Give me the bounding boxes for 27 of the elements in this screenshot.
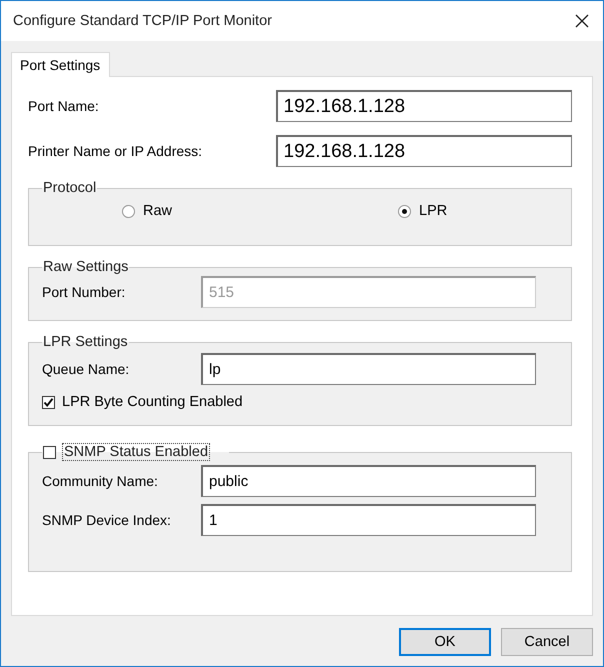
field-label: Queue Name: <box>42 361 130 377</box>
radio-button[interactable] <box>398 204 412 218</box>
checkbox[interactable] <box>42 396 55 408</box>
checkbox[interactable] <box>43 446 56 458</box>
checkbox-label[interactable]: SNMP Status Enabled <box>63 444 210 460</box>
input-field[interactable]: lp <box>201 353 536 385</box>
group-title: Protocol <box>42 180 98 196</box>
radio-label[interactable]: Raw <box>143 203 172 219</box>
group-title: LPR Settings <box>42 334 129 350</box>
input-field[interactable]: 192.168.1.128 <box>276 90 572 122</box>
window-title: Configure Standard TCP/IP Port Monitor <box>13 13 272 29</box>
close-icon[interactable] <box>575 14 589 28</box>
field-label: Printer Name or IP Address: <box>28 143 204 159</box>
radio-label[interactable]: LPR <box>419 203 448 219</box>
input-field[interactable]: public <box>201 465 536 497</box>
dialog-button[interactable]: OK <box>399 628 491 656</box>
input-field[interactable]: 1 <box>201 504 536 536</box>
group-title: Raw Settings <box>42 259 130 275</box>
input-field[interactable]: 192.168.1.128 <box>276 135 572 167</box>
field-label: Port Number: <box>42 284 126 300</box>
checkbox-label[interactable]: LPR Byte Counting Enabled <box>62 394 243 410</box>
dialog-button[interactable]: Cancel <box>501 628 593 656</box>
field-label: Port Name: <box>28 98 100 114</box>
radio-button[interactable] <box>122 204 135 218</box>
field-label: SNMP Device Index: <box>42 512 172 528</box>
tab[interactable]: Port Settings <box>11 52 110 77</box>
field-label: Community Name: <box>42 473 159 489</box>
